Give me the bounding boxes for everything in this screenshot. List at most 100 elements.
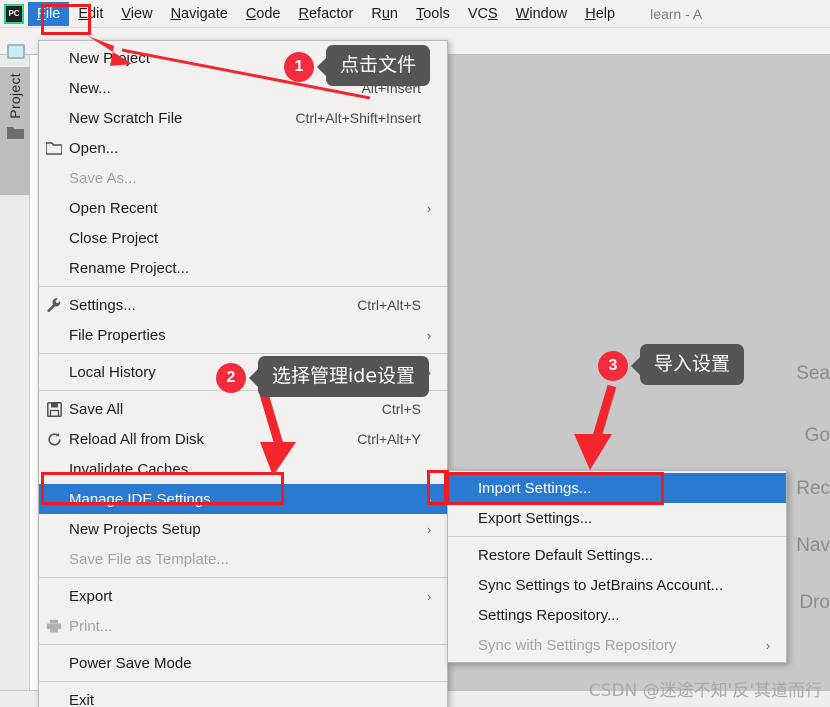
menu-item-label: Sync with Settings Repository [478,636,677,654]
menubar-item-refactor[interactable]: Refactor [290,2,363,26]
menubar-item-help[interactable]: Help [576,2,624,26]
menubar-item-window[interactable]: Window [507,2,577,26]
folder-icon [39,141,69,155]
file-menu-item-save-file-as-template: Save File as Template... [39,544,447,574]
file-menu-item-new-scratch-file[interactable]: New Scratch File Ctrl+Alt+Shift+Insert [39,103,447,133]
project-tool-window-label: Project [7,73,23,119]
menubar-item-file[interactable]: File [28,1,70,26]
menu-item-label: New Projects Setup [69,520,201,538]
submenu-item-restore-default-settings[interactable]: Restore Default Settings... [448,540,786,570]
welcome-hint-text: Nav [796,535,830,556]
file-menu-item-exit[interactable]: Exit [39,685,447,707]
menu-item-shortcut: Ctrl+S [381,401,421,417]
callout-bubble-1: 点击文件 [316,45,431,86]
menu-item-label: Manage IDE Settings [69,490,211,508]
menu-separator [39,286,447,287]
menu-item-label: New... [69,79,111,97]
menu-item-label: Settings Repository... [478,606,620,624]
callout-bubble-2: 选择管理ide设置 [248,356,430,397]
csdn-watermark: CSDN @迷途不知'反'其道而行 [588,681,822,701]
menu-item-label: Print... [69,617,113,635]
menu-item-label: Restore Default Settings... [478,546,654,564]
menubar-item-run[interactable]: Run [362,2,407,26]
chevron-right-icon: › [426,588,432,604]
menu-separator [39,577,447,578]
menu-item-label: Reload All from Disk [69,430,205,448]
file-menu-item-reload-all-from-disk[interactable]: Reload All from Disk Ctrl+Alt+Y [39,424,447,454]
menubar-item-view[interactable]: View [112,2,161,26]
menu-item-shortcut: Ctrl+Alt+Y [357,431,421,447]
submenu-item-import-settings[interactable]: Import Settings... [448,473,786,503]
wrench-icon [39,297,69,313]
menu-separator [448,536,786,537]
window-title: learn - A [650,5,703,22]
menu-item-label: Save All [69,400,124,418]
menubar-item-vcs[interactable]: VCS [459,2,507,26]
menu-item-label: Invalidate Caches... [69,460,201,478]
pycharm-logo-icon: PC [4,3,24,24]
menu-item-label: Rename Project... [69,259,190,277]
file-menu-item-new-projects-setup[interactable]: New Projects Setup › [39,514,447,544]
welcome-hint-text: Sea [796,363,830,384]
file-menu-item-power-save-mode[interactable]: Power Save Mode [39,648,447,678]
file-menu-item-save-as: Save As... [39,163,447,193]
floppy-icon [39,401,69,417]
file-menu-item-rename-project[interactable]: Rename Project... [39,253,447,283]
file-menu-item-open-recent[interactable]: Open Recent › [39,193,447,223]
file-menu-item-invalidate-caches[interactable]: Invalidate Caches... [39,454,447,484]
refresh-icon [39,432,69,447]
file-menu-item-save-all[interactable]: Save All Ctrl+S [39,394,447,424]
file-menu-item-open[interactable]: Open... [39,133,447,163]
project-tool-window-tab[interactable]: Project [0,67,30,195]
menu-item-label: Open Recent [69,199,158,217]
file-menu-item-close-project[interactable]: Close Project [39,223,447,253]
menubar-item-navigate[interactable]: Navigate [162,2,237,26]
file-menu-item-settings[interactable]: Settings... Ctrl+Alt+S [39,290,447,320]
chevron-right-icon: › [426,521,432,537]
ide-window: Project Sea Go Rec Nav Dro PC File Edit View Na… [0,0,830,707]
window-icon[interactable] [7,44,25,59]
submenu-item-export-settings[interactable]: Export Settings... [448,503,786,533]
submenu-item-sync-settings-to-jetbrains-account[interactable]: Sync Settings to JetBrains Account... [448,570,786,600]
printer-icon [39,619,69,633]
menu-item-label: Power Save Mode [69,654,192,672]
menu-separator [39,681,447,682]
menu-item-label: Save As... [69,169,137,187]
menu-item-label: File Properties [69,326,166,344]
welcome-hint-text: Dro [799,592,830,613]
chevron-right-icon: › [426,200,432,216]
submenu-item-settings-repository[interactable]: Settings Repository... [448,600,786,630]
menu-item-label: Export [69,587,113,605]
menubar-item-tools[interactable]: Tools [407,2,459,26]
menubar-item-code[interactable]: Code [237,2,290,26]
menu-separator [39,644,447,645]
menu-bar: PC File Edit View Navigate Code Refactor Run To… [0,0,830,28]
callout-bubble-3: 导入设置 [630,344,745,385]
menu-item-label: Export Settings... [478,509,593,527]
menu-item-label: Sync Settings to JetBrains Account... [478,576,724,594]
submenu-item-sync-with-settings-repository: Sync with Settings Repository › [448,630,786,660]
file-menu-item-print: Print... [39,611,447,641]
file-menu-item-export[interactable]: Export › [39,581,447,611]
callout-badge-1: 1 [284,52,314,82]
manage-ide-settings-submenu[interactable]: Import Settings... Export Settings... Rest… [447,470,787,663]
menu-item-shortcut: Ctrl+Alt+S [357,297,421,313]
welcome-hint-text: Go [804,425,830,446]
menu-item-label: Open... [69,139,119,157]
callout-badge-2: 2 [216,363,246,393]
menu-item-label: New Scratch File [69,109,183,127]
menu-separator [39,353,447,354]
menu-item-label: Settings... [69,296,136,314]
menu-item-shortcut: Ctrl+Alt+Shift+Insert [295,110,421,126]
callout-badge-3: 3 [598,351,628,381]
chevron-right-icon: › [426,327,432,343]
chevron-right-icon: › [765,637,771,653]
menu-item-label: Import Settings... [478,479,592,497]
file-menu-item-manage-ide-settings[interactable]: Manage IDE Settings › [39,484,447,514]
file-menu-item-file-properties[interactable]: File Properties › [39,320,447,350]
chevron-right-icon: › [426,491,432,507]
menu-item-label: Save File as Template... [69,550,229,568]
welcome-hint-text: Rec [796,478,830,499]
menu-item-label: Exit [69,691,95,707]
menubar-item-edit[interactable]: Edit [69,2,112,26]
